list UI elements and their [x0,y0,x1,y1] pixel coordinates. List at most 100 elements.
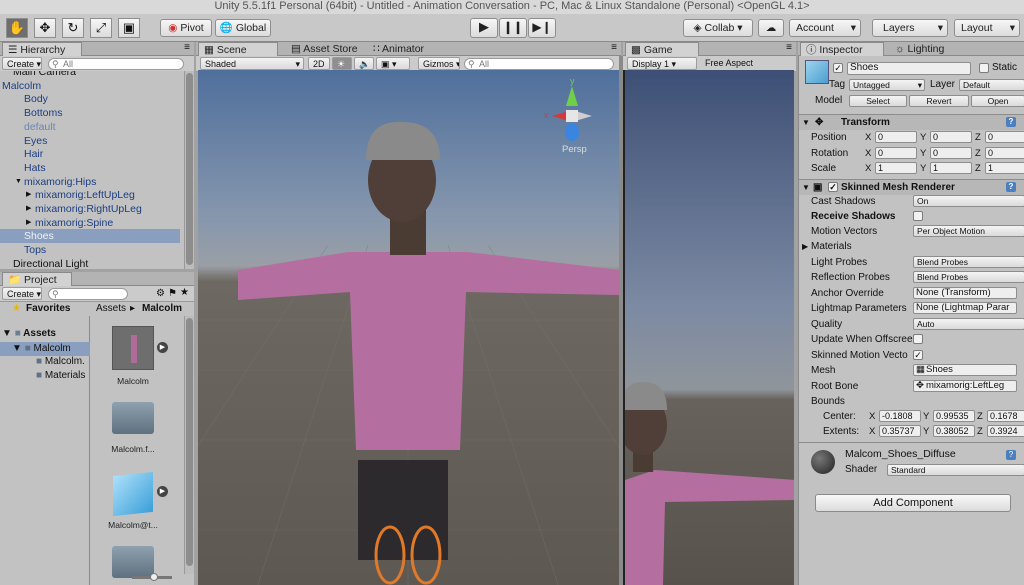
rotation-y-input[interactable]: 0 [930,146,972,159]
scene-orientation-gizmo[interactable]: y x Persp [542,76,602,156]
account-dropdown[interactable]: Account ▾ [789,19,861,37]
bounds-extents-z-input[interactable]: 0.3924 [987,425,1024,437]
scale-tool-button[interactable]: ⤢ [90,18,112,38]
transform-header[interactable]: ▼ ✥ Transform ? [799,114,1024,130]
rotate-tool-button[interactable]: ↻ [62,18,84,38]
filter-type-icon[interactable]: ⚙ [156,288,165,299]
tab-asset-store[interactable]: ▤ Asset Store [286,42,366,56]
tab-animator[interactable]: ∷ Animator [368,42,448,56]
gizmos-dropdown[interactable]: Gizmos ▾ [418,57,460,70]
tab-project[interactable]: 📁 Project [2,272,72,286]
model-select-button[interactable]: Select [849,95,907,107]
position-z-input[interactable]: 0 [985,131,1024,143]
cast-shadows-dropdown[interactable]: On [913,195,1024,207]
skinned-motion-vectors-checkbox[interactable]: ✓ [913,350,923,360]
bounds-center-y-input[interactable]: 0.99535 [933,410,975,422]
bounds-center-z-input[interactable]: 0.1678 [987,410,1024,422]
asset-malcolm-fbx-folder[interactable]: Malcolm.f... [106,402,160,454]
global-toggle[interactable]: 🌐 Global [215,19,271,37]
light-probes-dropdown[interactable]: Blend Probes [913,256,1024,268]
assets-folder[interactable]: ▼ ■ Assets [2,328,56,339]
hierarchy-item[interactable]: Shoes [0,229,180,244]
scale-y-input[interactable]: 1 [930,162,972,174]
zoom-slider-knob[interactable] [150,573,158,581]
skinned-mesh-renderer-header[interactable]: ▼ ▣ ✓ Skinned Mesh Renderer ? [799,179,1024,195]
smr-enabled-checkbox[interactable]: ✓ [828,182,838,192]
object-name-input[interactable]: Shoes [847,62,971,75]
hierarchy-scrollbar[interactable] [184,71,194,269]
layer-dropdown[interactable]: Default [959,79,1024,91]
expand-arrow-icon[interactable]: ▶ [26,216,31,230]
malcolm-folder[interactable]: ▼ ■ Malcolm [0,342,90,356]
asset-malcolm-prefab[interactable]: ▶ Malcolm [106,326,168,386]
model-revert-button[interactable]: Revert [909,95,969,107]
add-component-button[interactable]: Add Component [815,494,1011,512]
hierarchy-item[interactable]: Bottoms [0,106,180,120]
tab-inspector[interactable]: ⓘ Inspector [800,42,884,56]
hierarchy-item[interactable]: Tops [0,243,180,257]
project-search-input[interactable]: ⚲ [48,288,128,300]
hierarchy-item[interactable]: Directional Light [0,257,180,269]
pause-button[interactable]: ❙❙ [499,18,527,38]
2d-toggle[interactable]: 2D [308,57,330,70]
layers-dropdown[interactable]: Layers ▾ [872,19,948,37]
hierarchy-search-input[interactable]: ⚲ All [48,58,184,70]
play-preview-icon[interactable]: ▶ [157,486,168,497]
display-dropdown[interactable]: Display 1 ▾ [627,57,697,70]
update-offscreen-checkbox[interactable] [913,334,923,344]
shader-dropdown[interactable]: Standard [887,464,1024,476]
bounds-extents-x-input[interactable]: 0.35737 [879,425,921,437]
anchor-override-field[interactable]: None (Transform) [913,287,1017,299]
scene-search-input[interactable]: ⚲ All [464,58,614,70]
zoom-slider[interactable] [132,573,172,581]
rect-tool-button[interactable]: ▣ [118,18,140,38]
root-bone-field[interactable]: ✥ mixamorig:LeftLeg [913,380,1017,392]
reflection-probes-dropdown[interactable]: Blend Probes [913,271,1024,283]
game-viewport[interactable] [623,70,794,585]
lightmap-parameters-field[interactable]: None (Lightmap Parar [913,302,1017,314]
scale-x-input[interactable]: 1 [875,162,917,174]
expand-arrow-icon[interactable]: ▶ [26,188,31,202]
expand-arrow-icon[interactable]: ▶ [26,202,31,216]
static-checkbox[interactable] [979,63,989,73]
materials-folder[interactable]: ■ Materials [36,370,85,381]
lighting-toggle[interactable]: ☀ [332,57,352,70]
hierarchy-item[interactable]: Hats [0,161,180,175]
active-checkbox[interactable]: ✓ [833,63,843,73]
project-scrollbar[interactable] [184,316,194,574]
cloud-button[interactable]: ☁ [758,19,784,37]
mesh-field[interactable]: ▦ Shoes [913,364,1017,376]
effects-dropdown[interactable]: ▣ ▾ [376,57,410,70]
project-create-button[interactable]: Create ▾ [2,287,42,300]
aspect-dropdown[interactable]: Free Aspect [701,57,791,70]
hierarchy-item[interactable]: Body [0,92,180,106]
hierarchy-item[interactable]: ▶ mixamorig:LeftUpLeg [0,188,180,202]
scene-viewport[interactable]: y x Persp [198,70,619,585]
collab-button[interactable]: ◈ Collab ▾ [683,19,753,37]
play-button[interactable]: ▶ [470,18,498,38]
quality-dropdown[interactable]: Auto [913,318,1024,330]
position-y-input[interactable]: 0 [930,131,972,143]
hierarchy-scroll-thumb[interactable] [186,73,193,265]
panel-menu-icon[interactable]: ≡ [611,42,617,53]
layout-dropdown[interactable]: Layout ▾ [954,19,1020,37]
hand-tool-button[interactable]: ✋ [6,18,28,38]
hierarchy-item[interactable]: ▼Malcolm [0,79,180,93]
step-button[interactable]: ▶❙ [528,18,556,38]
tag-dropdown[interactable]: Untagged ▾ [849,79,925,91]
materials-row[interactable]: ▶ Materials [799,239,1024,254]
tab-lighting[interactable]: ☼ Lighting [890,42,970,56]
project-scroll-thumb[interactable] [186,318,193,566]
asset-malcolm-animation[interactable]: ▶ Malcolm@t... [106,471,168,530]
hierarchy-item[interactable]: Hair [0,147,180,161]
hierarchy-item[interactable]: ▶ mixamorig:Spine [0,216,180,230]
hierarchy-item[interactable]: default [0,120,180,134]
hierarchy-item[interactable]: ▼ mixamorig:Hips [0,175,180,189]
tab-hierarchy[interactable]: ☰ Hierarchy [2,42,82,56]
help-icon[interactable]: ? [1006,117,1016,127]
tab-scene[interactable]: ▦ Scene [198,42,278,56]
shading-mode-dropdown[interactable]: Shaded ▾ [200,57,304,70]
hierarchy-item[interactable]: ▶ mixamorig:RightUpLeg [0,202,180,216]
favorite-star-icon[interactable]: ★ [180,287,189,298]
audio-toggle[interactable]: 🔈 [354,57,374,70]
